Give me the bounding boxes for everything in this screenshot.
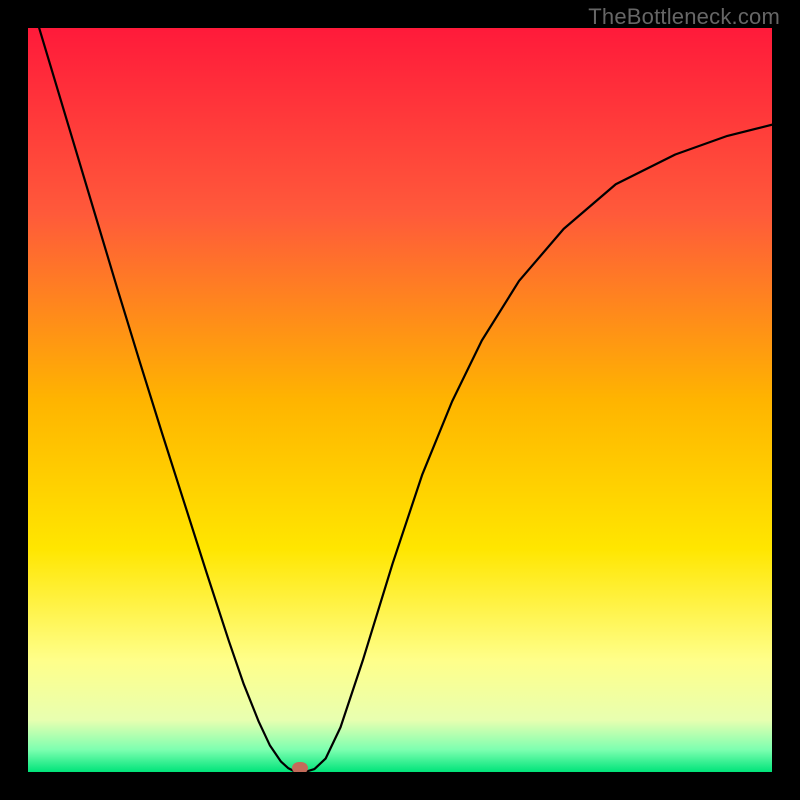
plot-area xyxy=(28,28,772,772)
chart-frame: TheBottleneck.com xyxy=(0,0,800,800)
watermark-label: TheBottleneck.com xyxy=(588,4,780,30)
bottleneck-curve xyxy=(28,28,772,772)
optimal-point-marker xyxy=(292,762,308,772)
